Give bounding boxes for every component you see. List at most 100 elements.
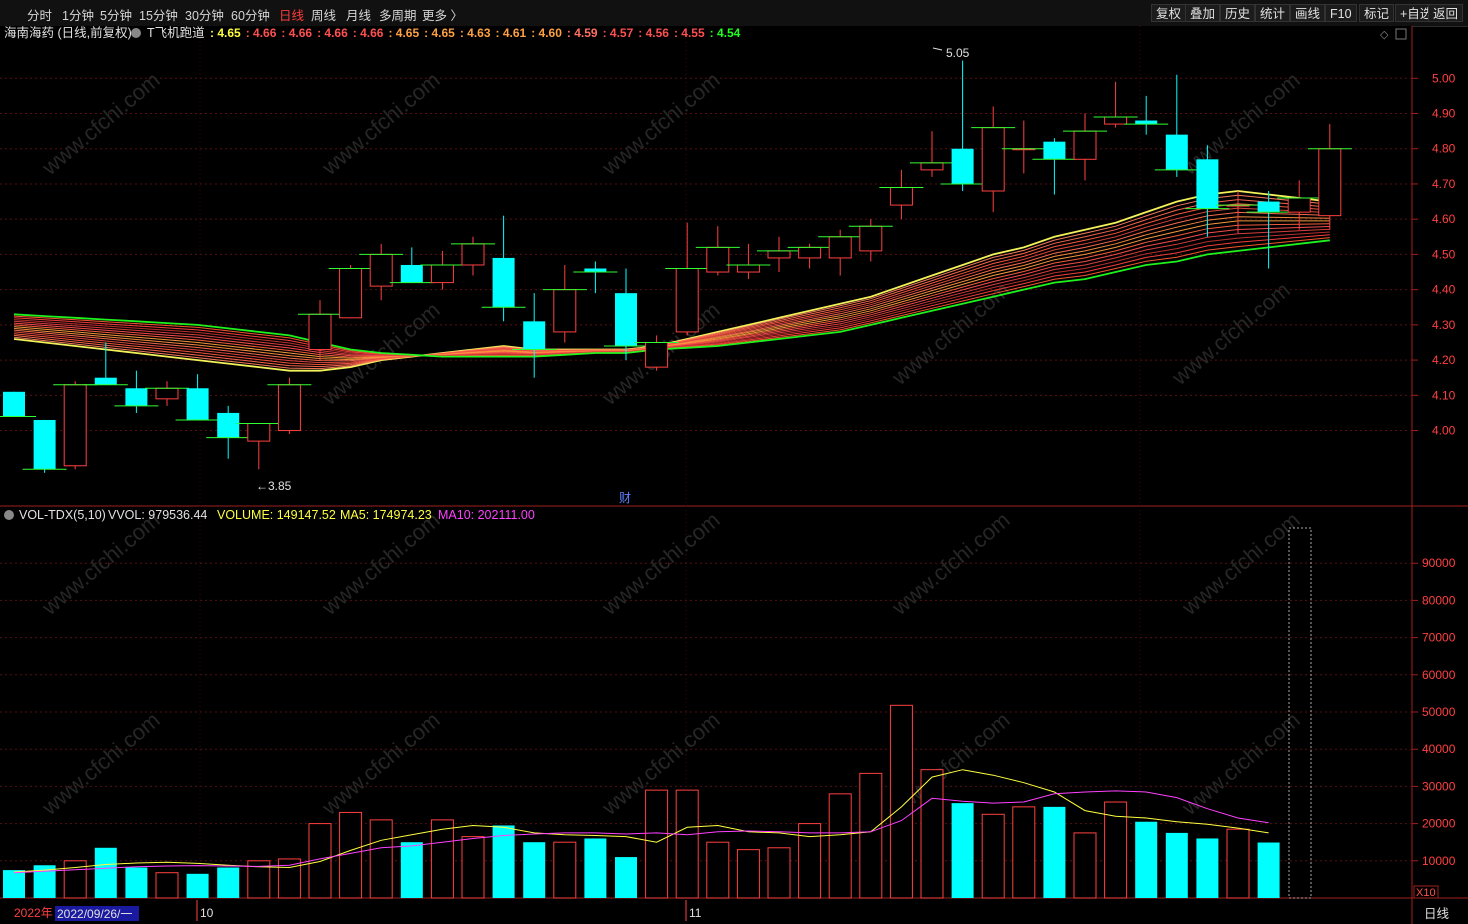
watermark-text: www.cfchi.com [316, 507, 444, 620]
vol-tick-label: 30000 [1422, 779, 1456, 793]
candle-body [125, 388, 148, 406]
indicator-value-6: : 4.65 [424, 26, 455, 40]
toolbar-button-0[interactable]: 复权 [1151, 4, 1187, 22]
indicator-value-12: : 4.56 [638, 26, 669, 40]
price-tick-label: 4.70 [1432, 177, 1456, 191]
period-7[interactable]: 周线 [311, 5, 336, 24]
watermark-text: www.cfchi.com [886, 507, 1014, 620]
period-button[interactable]: 日线 [1424, 907, 1450, 921]
vol-settings-icon[interactable] [4, 510, 14, 520]
watermark-text: www.cfchi.com [1176, 507, 1304, 620]
xscale-label[interactable]: X10 [1416, 887, 1436, 899]
kline-chart[interactable]: www.cfchi.com www.cfchi.com www.cfchi.com w… [0, 26, 1468, 924]
candle-body [247, 423, 271, 442]
period-0[interactable]: 分时 [27, 5, 52, 24]
indicator-value-9: : 4.60 [531, 26, 562, 40]
price-tick-label: 4.90 [1432, 107, 1456, 121]
vol-tick-label: 10000 [1422, 854, 1456, 868]
price-tick-label: 4.20 [1432, 353, 1456, 367]
candle-body [615, 293, 637, 346]
candle-body [1073, 130, 1097, 160]
candle-body [186, 388, 209, 420]
candle-body [3, 391, 25, 417]
volume-bar [615, 857, 637, 898]
volume-bar [1226, 828, 1250, 899]
period-5[interactable]: 60分钟 [231, 5, 270, 24]
candle-body [645, 341, 669, 368]
toolbar-button-1[interactable]: 叠加 [1185, 4, 1221, 22]
price-tick-label: 4.30 [1432, 318, 1456, 332]
candle-body [339, 268, 363, 319]
indicator-name[interactable]: T飞机跑道 [147, 26, 205, 40]
period-6[interactable]: 日线 [279, 5, 304, 24]
period-4[interactable]: 30分钟 [185, 5, 224, 24]
candle-body [736, 264, 760, 273]
candle-body [1165, 134, 1188, 170]
price-tick-label: 4.60 [1432, 212, 1456, 226]
stock-title[interactable]: 海南海药 (日线,前复权) [4, 26, 132, 40]
indicator-settings-icon[interactable] [131, 28, 141, 38]
diamond-icon[interactable]: ◇ [1380, 29, 1389, 41]
toolbar-button-2[interactable]: 历史 [1220, 4, 1256, 22]
volume-bar [736, 849, 760, 899]
indicator-value-5: : 4.65 [388, 26, 419, 40]
volume-bar [1012, 806, 1036, 899]
volume-bar [920, 769, 944, 899]
vol-indicator-name[interactable]: VOL-TDX(5,10) [19, 508, 106, 522]
candle-body [33, 419, 56, 470]
vol-tick-label: 70000 [1422, 631, 1456, 645]
price-tick-label: 5.00 [1432, 71, 1456, 85]
volume-bar [553, 841, 577, 899]
volume-bar [828, 793, 852, 899]
vol-tick-label: 20000 [1422, 817, 1456, 831]
volume-bar [584, 838, 607, 898]
volume-bar [155, 872, 179, 899]
period-3[interactable]: 15分钟 [139, 5, 178, 24]
toolbar-button-5[interactable]: F10 [1325, 4, 1357, 22]
finance-marker[interactable]: 财 [619, 491, 631, 505]
volume-bar [798, 823, 822, 899]
vol-tick-label: 90000 [1422, 556, 1456, 570]
candle-body [553, 289, 577, 333]
y-axis: 4.00 4.10 4.20 4.30 4.40 4.50 4.60 4.70 4.80 4.90… [1412, 71, 1456, 868]
watermark-text: www.cfchi.com [596, 507, 724, 620]
period-9[interactable]: 多周期 [379, 5, 417, 24]
volume-bar [3, 870, 25, 898]
volume-bar [645, 789, 669, 899]
vol-tick-label: 50000 [1422, 705, 1456, 719]
price-tick-label: 4.10 [1432, 388, 1456, 402]
candle-body [889, 186, 913, 206]
indicator-values: : 4.65: 4.66: 4.66: 4.66: 4.66: 4.65: 4.… [210, 26, 741, 40]
indicator-value-13: : 4.55 [674, 26, 705, 40]
candle-body [430, 264, 454, 284]
period-2[interactable]: 5分钟 [100, 5, 132, 24]
candle-body [798, 246, 822, 259]
price-tick-label: 4.40 [1432, 283, 1456, 297]
period-8[interactable]: 月线 [346, 5, 371, 24]
volume-bar [889, 704, 913, 899]
indicator-value-2: : 4.66 [281, 26, 312, 40]
candle-body [859, 225, 883, 252]
oct-label: 10 [200, 906, 214, 920]
watermark-text: www.cfchi.com [316, 707, 444, 820]
volume-bar [369, 819, 393, 899]
period-toolbar: 分时 1分钟 5分钟 15分钟 30分钟 60分钟 日线 周线 月线 多周期 更多 〉 复权 叠加 历史… [0, 0, 1468, 27]
toolbar-button-3[interactable]: 统计 [1255, 4, 1291, 22]
toolbar-button-8[interactable]: 返回 [1428, 4, 1464, 22]
period-10[interactable]: 更多 〉 [422, 5, 463, 24]
indicator-value-0: : 4.65 [210, 26, 241, 40]
candle-body [920, 162, 944, 171]
toolbar-button-4[interactable]: 画线 [1290, 4, 1326, 22]
price-tick-label: 4.80 [1432, 142, 1456, 156]
indicator-value-14: : 4.54 [710, 26, 741, 40]
period-1[interactable]: 1分钟 [62, 5, 94, 24]
candle-body [1257, 201, 1280, 213]
indicator-value-1: : 4.66 [246, 26, 277, 40]
vol-tick-label: 60000 [1422, 668, 1456, 682]
indicator-value-8: : 4.61 [496, 26, 527, 40]
toolbar-button-6[interactable]: 标记 [1359, 4, 1395, 22]
volume-bar [125, 867, 148, 898]
volume-bar [461, 836, 485, 899]
watermark-text: www.cfchi.com [1176, 707, 1304, 820]
candle-body [1104, 116, 1128, 125]
